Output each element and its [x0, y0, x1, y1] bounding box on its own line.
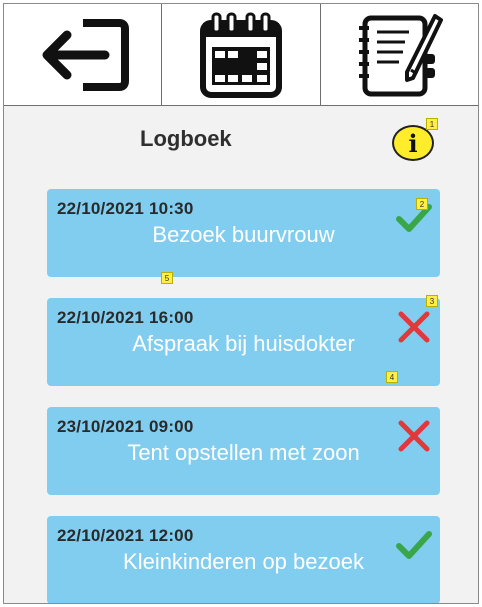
log-entry-card[interactable]: 22/10/2021 16:00 Afspraak bij huisdokter — [47, 298, 440, 386]
entry-datetime: 22/10/2021 10:30 — [57, 199, 194, 218]
logout-button[interactable] — [4, 4, 163, 105]
log-entry-card[interactable]: 22/10/2021 12:00 Kleinkinderen op bezoek — [47, 516, 440, 603]
top-navigation-bar — [4, 4, 478, 106]
notebook-pen-icon — [359, 13, 444, 96]
entry-title: Bezoek buurvrouw — [152, 222, 335, 247]
entry-title: Tent opstellen met zoon — [127, 440, 360, 465]
notebook-button[interactable] — [321, 4, 478, 105]
cross-icon — [398, 420, 430, 452]
checkmark-icon — [396, 531, 432, 559]
log-entry-card[interactable]: 22/10/2021 10:30 Bezoek buurvrouw — [47, 189, 440, 277]
logout-icon — [42, 18, 129, 91]
calendar-button[interactable] — [162, 4, 321, 105]
info-icon: i — [408, 128, 418, 158]
entry-title: Kleinkinderen op bezoek — [123, 549, 364, 574]
log-entry-card[interactable]: 23/10/2021 09:00 Tent opstellen met zoon — [47, 407, 440, 495]
info-button[interactable]: i — [392, 125, 434, 161]
entry-datetime: 23/10/2021 09:00 — [57, 417, 194, 436]
app-frame: Logboek i 1 22/10/2021 10:30 Bezoek buur… — [3, 3, 479, 604]
entry-datetime: 22/10/2021 12:00 — [57, 526, 194, 545]
annotation-badge-4: 4 — [386, 371, 398, 383]
annotation-badge-1: 1 — [426, 118, 438, 130]
page-title: Logboek — [140, 126, 232, 151]
cross-icon — [398, 311, 430, 343]
annotation-badge-3: 3 — [426, 295, 438, 307]
entry-datetime: 22/10/2021 16:00 — [57, 308, 194, 327]
annotation-badge-2: 2 — [416, 198, 428, 210]
calendar-icon — [199, 12, 282, 98]
annotation-badge-5: 5 — [161, 272, 173, 284]
entry-title: Afspraak bij huisdokter — [132, 331, 355, 356]
